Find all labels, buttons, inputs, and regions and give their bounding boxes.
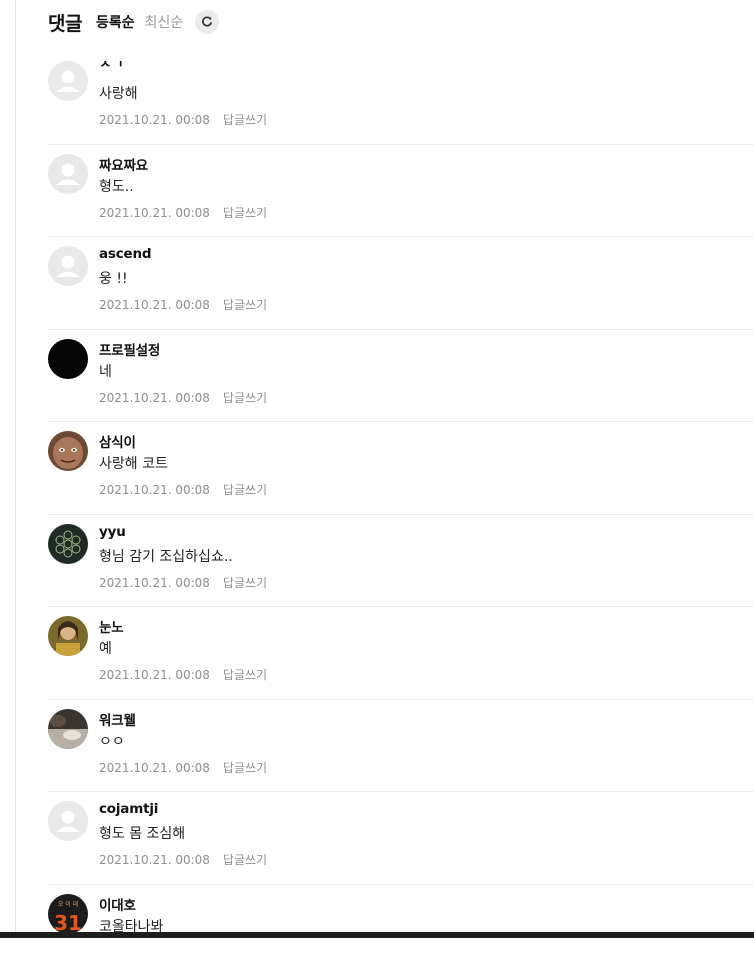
comment-text: 사랑해 코트 [99, 453, 168, 473]
reply-button[interactable]: 답글쓰기 [223, 391, 267, 405]
comment-date: 2021.10.21. 00:08 [99, 668, 210, 682]
comment-item: 삼식이 사랑해 코트 2021.10.21. 00:08 답글쓰기 [0, 422, 754, 515]
comment-item: ㅈㄱ 사랑해 2021.10.21. 00:08 답글쓰기 [0, 52, 754, 145]
comment-item: 오 이 대 31 이대호 코올타나봐 [0, 885, 754, 977]
reply-button[interactable]: 답글쓰기 [223, 206, 267, 220]
bottom-bar [0, 932, 754, 938]
comment-meta: 2021.10.21. 00:08 답글쓰기 [99, 204, 267, 221]
comment-meta: 2021.10.21. 00:08 답글쓰기 [99, 389, 267, 406]
comment-item: yyu 형님 감기 조십하십쇼.. 2021.10.21. 00:08 답글쓰기 [0, 515, 754, 608]
comment-text: 네 [99, 361, 112, 381]
default-profile-icon [48, 154, 88, 194]
comment-item: 눈노 예 2021.10.21. 00:08 답글쓰기 [0, 607, 754, 700]
black-profile-image [48, 339, 88, 379]
author-name[interactable]: yyu [99, 524, 126, 540]
avatar[interactable] [48, 709, 88, 749]
comment-date: 2021.10.21. 00:08 [99, 298, 210, 312]
avatar[interactable]: 오 이 대 31 [48, 894, 88, 934]
photo-profile-image [48, 616, 88, 656]
author-name[interactable]: ㅈㄱ [99, 61, 123, 70]
comment-meta: 2021.10.21. 00:08 답글쓰기 [99, 851, 267, 868]
default-profile-icon [48, 801, 88, 841]
avatar[interactable] [48, 154, 88, 194]
avatar[interactable] [48, 431, 88, 471]
avatar[interactable] [48, 61, 88, 101]
blurred-photo-profile-image [48, 709, 88, 749]
comments-header: 댓글 등록순 최신순 [48, 8, 219, 36]
comment-text: 형도 몸 조심해 [99, 823, 185, 843]
comment-item: cojamtji 형도 몸 조심해 2021.10.21. 00:08 답글쓰기 [0, 792, 754, 885]
refresh-icon [201, 16, 213, 28]
default-profile-icon [48, 61, 88, 101]
author-name-clipped: ㅈㄱ [99, 61, 123, 70]
comment-meta: 2021.10.21. 00:08 답글쓰기 [99, 759, 267, 776]
comment-date: 2021.10.21. 00:08 [99, 206, 210, 220]
face-profile-image [48, 431, 88, 471]
comment-item: 프로필설정 네 2021.10.21. 00:08 답글쓰기 [0, 330, 754, 423]
reply-button[interactable]: 답글쓰기 [223, 576, 267, 590]
comment-date: 2021.10.21. 00:08 [99, 391, 210, 405]
jersey-profile-image: 오 이 대 31 [48, 894, 88, 934]
comment-date: 2021.10.21. 00:08 [99, 761, 210, 775]
author-name[interactable]: 이대호 [99, 894, 136, 914]
comment-date: 2021.10.21. 00:08 [99, 113, 210, 127]
author-name[interactable]: 워크웰 [99, 709, 136, 729]
reply-button[interactable]: 답글쓰기 [223, 761, 267, 775]
author-name[interactable]: cojamtji [99, 801, 158, 817]
comment-date: 2021.10.21. 00:08 [99, 483, 210, 497]
comment-item: 워크웰 ㅇㅇ 2021.10.21. 00:08 답글쓰기 [0, 700, 754, 793]
comment-item: 짜요짜요 형도.. 2021.10.21. 00:08 답글쓰기 [0, 145, 754, 238]
comment-meta: 2021.10.21. 00:08 답글쓰기 [99, 481, 267, 498]
comment-meta: 2021.10.21. 00:08 답글쓰기 [99, 111, 267, 128]
reply-button[interactable]: 답글쓰기 [223, 483, 267, 497]
reply-button[interactable]: 답글쓰기 [223, 113, 267, 127]
comment-date: 2021.10.21. 00:08 [99, 853, 210, 867]
reply-button[interactable]: 답글쓰기 [223, 853, 267, 867]
avatar[interactable] [48, 801, 88, 841]
sort-registered-button[interactable]: 등록순 [96, 12, 135, 32]
comment-item: ascend 웅 !! 2021.10.21. 00:08 답글쓰기 [0, 237, 754, 330]
comment-text: 웅 !! [99, 268, 128, 288]
jersey-number: 31 [54, 911, 82, 934]
avatar[interactable] [48, 616, 88, 656]
comment-text: 예 [99, 638, 112, 658]
pattern-profile-image [48, 524, 88, 564]
reply-button[interactable]: 답글쓰기 [223, 668, 267, 682]
author-name[interactable]: ascend [99, 246, 151, 262]
avatar[interactable] [48, 246, 88, 286]
author-name[interactable]: 프로필설정 [99, 339, 160, 359]
comment-meta: 2021.10.21. 00:08 답글쓰기 [99, 296, 267, 313]
comment-text: 형님 감기 조십하십쇼.. [99, 546, 233, 566]
sort-latest-button[interactable]: 최신순 [145, 12, 184, 32]
svg-text:오 이 대: 오 이 대 [58, 900, 78, 908]
comments-title: 댓글 [48, 9, 82, 36]
author-name[interactable]: 삼식이 [99, 431, 136, 451]
comment-list: ㅈㄱ 사랑해 2021.10.21. 00:08 답글쓰기 짜요짜요 형도.. 2… [0, 52, 754, 977]
avatar[interactable] [48, 524, 88, 564]
comment-text: 사랑해 [99, 83, 138, 103]
avatar[interactable] [48, 339, 88, 379]
comment-text: 형도.. [99, 176, 134, 196]
refresh-button[interactable] [195, 10, 219, 34]
reply-button[interactable]: 답글쓰기 [223, 298, 267, 312]
comment-date: 2021.10.21. 00:08 [99, 576, 210, 590]
comment-meta: 2021.10.21. 00:08 답글쓰기 [99, 574, 267, 591]
default-profile-icon [48, 246, 88, 286]
comment-text: ㅇㅇ [99, 731, 125, 751]
author-name[interactable]: 눈노 [99, 616, 123, 636]
comment-meta: 2021.10.21. 00:08 답글쓰기 [99, 666, 267, 683]
author-name[interactable]: 짜요짜요 [99, 154, 148, 174]
